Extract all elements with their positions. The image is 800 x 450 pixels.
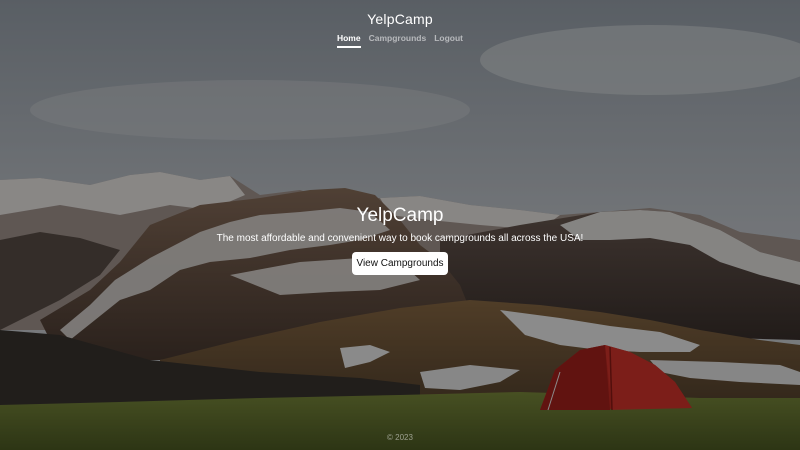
nav-link-home[interactable]: Home: [336, 33, 361, 48]
hero-title: YelpCamp: [356, 205, 444, 226]
hero-subtitle: The most affordable and convenient way t…: [216, 233, 584, 244]
nav-link-campgrounds[interactable]: Campgrounds: [369, 33, 427, 48]
main-nav: Home Campgrounds Logout: [0, 33, 800, 48]
landing-page: YelpCamp Home Campgrounds Logout YelpCam…: [0, 0, 800, 450]
view-campgrounds-button[interactable]: View Campgrounds: [352, 252, 448, 275]
page-content: YelpCamp Home Campgrounds Logout YelpCam…: [0, 0, 800, 450]
nav-link-logout[interactable]: Logout: [434, 33, 463, 48]
footer-copyright: © 2023: [387, 433, 413, 442]
brand-title: YelpCamp: [367, 11, 433, 27]
